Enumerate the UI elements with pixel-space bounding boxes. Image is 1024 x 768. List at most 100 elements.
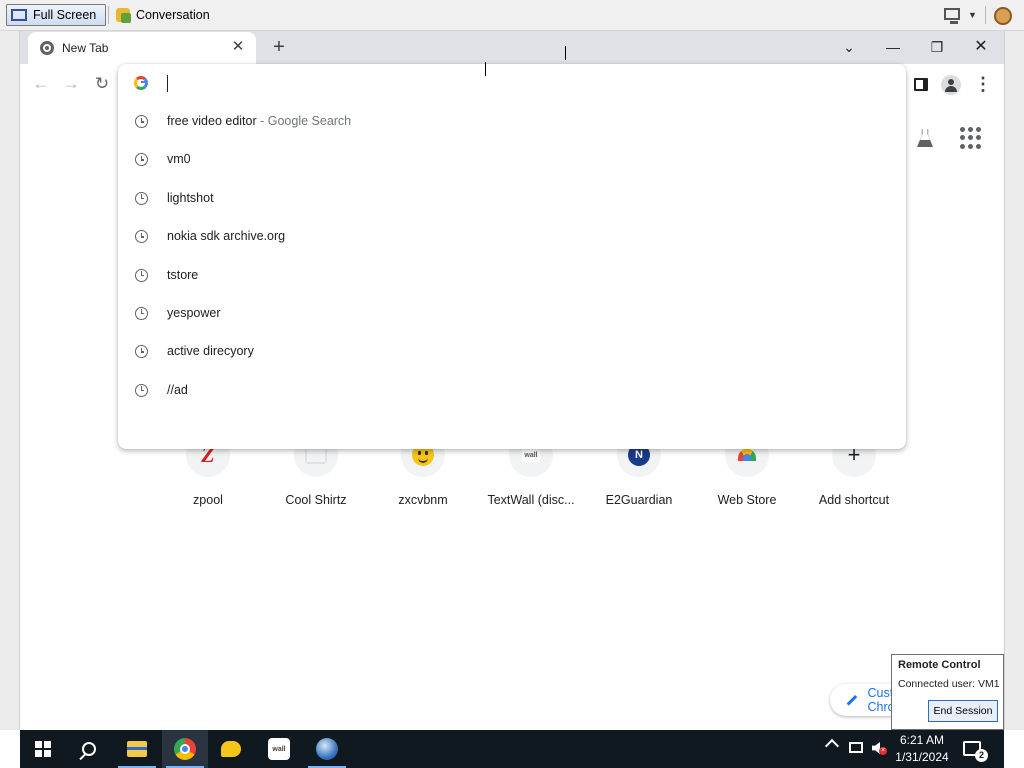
conversation-button[interactable]: Conversation xyxy=(112,4,222,26)
taskbar-search-button[interactable] xyxy=(66,730,112,768)
restore-button[interactable]: ❐ xyxy=(923,35,951,59)
labs-flask-icon[interactable] xyxy=(913,126,937,150)
windows-logo-icon xyxy=(35,741,51,757)
chrome-favicon-icon xyxy=(40,41,54,55)
viewer-toolbar: Full Screen Conversation ▼ xyxy=(0,0,1024,31)
suggestion-text: //ad xyxy=(167,382,188,397)
history-clock-icon xyxy=(135,345,148,359)
suggestion-item[interactable]: active direcyory xyxy=(118,332,906,370)
mouse-cursor xyxy=(485,62,491,76)
avatar-icon xyxy=(941,74,961,95)
history-clock-icon xyxy=(135,115,148,128)
show-hidden-icons-icon[interactable] xyxy=(824,738,840,754)
globe-app-icon xyxy=(316,738,338,760)
tab-search-button[interactable]: ⌄ xyxy=(835,35,863,59)
search-icon xyxy=(82,742,96,756)
reload-button[interactable]: ↻ xyxy=(90,72,114,96)
taskbar-file-explorer[interactable] xyxy=(114,730,160,768)
taskbar-chrome[interactable] xyxy=(162,730,208,768)
suggestion-text: lightshot xyxy=(167,190,214,205)
toolbar-divider xyxy=(108,6,109,24)
history-clock-icon xyxy=(135,191,148,205)
suggestion-text: free video editor xyxy=(167,114,257,128)
suggestion-text: vm0 xyxy=(167,152,191,167)
suggestion-item[interactable]: lightshot xyxy=(118,179,906,217)
pencil-icon xyxy=(846,694,857,706)
remote-control-title: Remote Control xyxy=(898,659,981,671)
shortcut-label: zxcvbnm xyxy=(398,493,448,507)
suggestion-text: nokia sdk archive.org xyxy=(167,229,286,244)
shortcut-label: Cool Shirtz xyxy=(285,493,347,507)
file-explorer-icon xyxy=(127,741,147,757)
history-clock-icon xyxy=(135,230,148,244)
desktop-edge-right xyxy=(1004,31,1024,730)
close-icon[interactable]: ✕ xyxy=(230,39,246,55)
windows-taskbar: wall × 6:21 AM 1/31/2024 2 xyxy=(20,730,1004,768)
screen-icon xyxy=(11,9,27,21)
shortcut-label: zpool xyxy=(193,493,223,507)
side-panel-icon xyxy=(914,78,928,92)
suggestion-text: tstore xyxy=(167,267,199,282)
suggestion-item[interactable]: nokia sdk archive.org xyxy=(118,217,906,255)
side-panel-button[interactable] xyxy=(909,72,933,96)
history-clock-icon xyxy=(135,153,148,167)
minimize-button[interactable]: — xyxy=(879,35,907,59)
suggestion-separator: - xyxy=(256,114,268,128)
suggestion-text: active direcyory xyxy=(167,344,254,359)
settings-icon[interactable] xyxy=(994,7,1012,25)
notification-badge: 2 xyxy=(975,749,988,762)
taskbar-chat[interactable] xyxy=(208,730,254,768)
profile-button[interactable] xyxy=(939,72,963,96)
google-apps-icon[interactable] xyxy=(960,127,982,149)
suggestion-suffix: Google Search xyxy=(267,114,352,128)
chat-icon xyxy=(221,741,241,757)
new-tab-button[interactable]: + xyxy=(268,35,290,59)
desktop-edge-left xyxy=(0,31,20,730)
chrome-icon xyxy=(174,738,196,760)
start-button[interactable] xyxy=(20,730,66,768)
taskbar-textwall[interactable]: wall xyxy=(256,730,302,768)
remote-control-panel: Remote Control Connected user: VM1 End S… xyxy=(891,654,1004,730)
clock-time[interactable]: 6:21 AM xyxy=(892,733,952,747)
chevron-down-icon[interactable]: ▼ xyxy=(968,10,977,20)
connected-user-text: Connected user: VM1 xyxy=(898,678,1000,690)
clock-date[interactable]: 1/31/2024 xyxy=(892,750,952,764)
mute-indicator-icon: × xyxy=(879,747,887,755)
flask-inner xyxy=(920,129,930,140)
conversation-icon xyxy=(116,8,131,23)
suggestion-item[interactable]: free video editor - Google Search xyxy=(118,102,906,140)
back-button[interactable]: ← xyxy=(29,72,53,96)
omnibox-input[interactable] xyxy=(118,64,906,102)
suggestion-item[interactable]: //ad xyxy=(118,371,906,409)
suggestion-content: free video editor - Google Search xyxy=(167,114,351,128)
google-g-icon xyxy=(134,76,148,90)
chrome-menu-button[interactable]: ⋮ xyxy=(971,72,995,96)
chrome-window: New Tab ✕ + ⌄ — ❐ ✕ ← → ↻ ⋮ Z zpool Cool… xyxy=(20,31,1004,730)
shortcut-label: Web Store xyxy=(717,493,777,507)
full-screen-label: Full Screen xyxy=(33,8,97,22)
tab-strip: New Tab ✕ + ⌄ — ❐ ✕ xyxy=(20,31,1004,64)
monitor-icon[interactable] xyxy=(944,8,960,24)
suggestion-item[interactable]: tstore xyxy=(118,256,906,294)
suggestion-item[interactable]: vm0 xyxy=(118,140,906,178)
end-session-button[interactable]: End Session xyxy=(928,700,998,722)
conversation-label: Conversation xyxy=(136,8,210,22)
toolbar-divider xyxy=(985,6,986,24)
textwall-app-icon: wall xyxy=(268,738,290,760)
network-icon[interactable] xyxy=(849,742,863,753)
taskbar-globe-app[interactable] xyxy=(304,730,350,768)
shortcut-label: E2Guardian xyxy=(605,493,673,507)
suggestion-text: yespower xyxy=(167,305,221,320)
history-clock-icon xyxy=(135,306,148,320)
forward-button[interactable]: → xyxy=(59,72,83,96)
full-screen-button[interactable]: Full Screen xyxy=(6,4,106,26)
window-close-button[interactable]: ✕ xyxy=(967,35,995,59)
history-clock-icon xyxy=(135,383,148,397)
shortcut-label: TextWall (disc... xyxy=(487,493,575,507)
history-clock-icon xyxy=(135,268,148,282)
suggestion-list: free video editor - Google Search vm0 li… xyxy=(118,102,906,409)
suggestion-item[interactable]: yespower xyxy=(118,294,906,332)
tab-new-tab[interactable]: New Tab ✕ xyxy=(28,32,256,64)
shortcut-label: Add shortcut xyxy=(818,493,890,507)
screen: Full Screen Conversation ▼ New Tab ✕ + ⌄… xyxy=(0,0,1024,768)
